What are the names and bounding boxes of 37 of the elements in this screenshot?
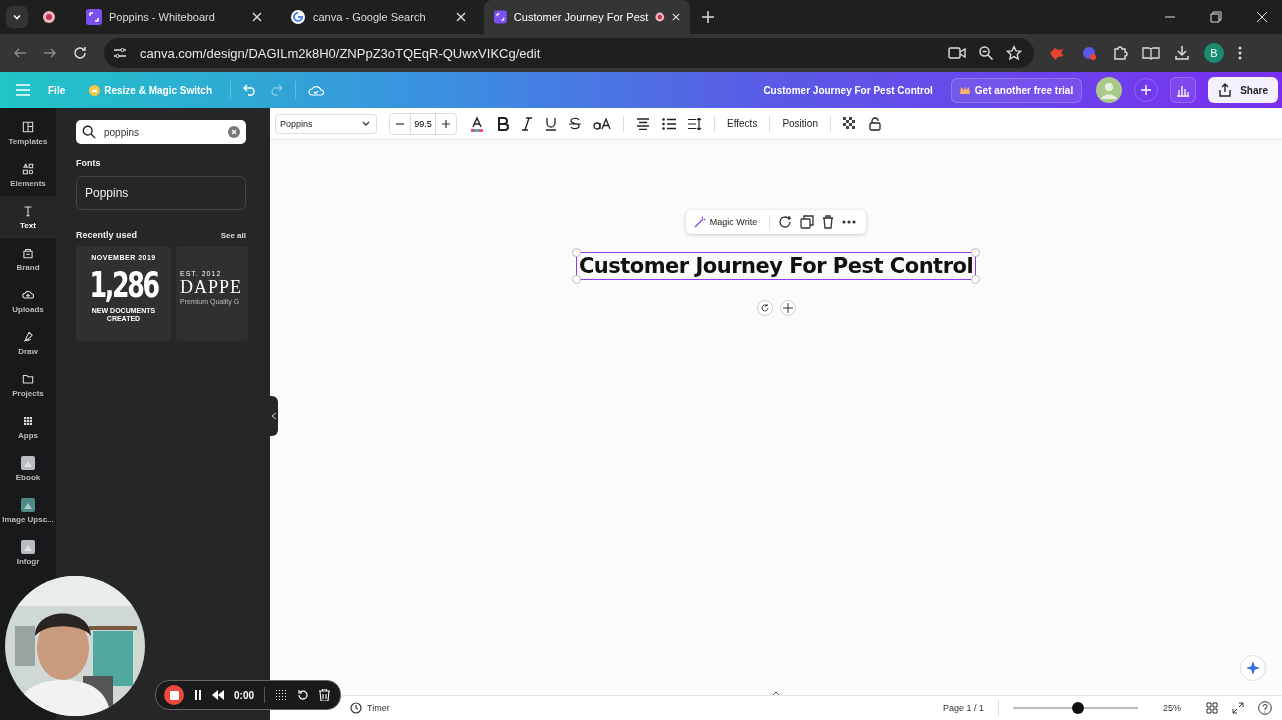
effects-button[interactable]: Effects (727, 118, 758, 129)
sidebar-item[interactable]: Brand (0, 238, 56, 280)
tab-title: canva - Google Search (313, 11, 427, 23)
timer-button[interactable]: Timer (350, 702, 390, 714)
page-indicator[interactable]: Page 1 / 1 (942, 703, 984, 713)
template-text: DAPPE (180, 277, 242, 298)
see-all-link[interactable]: See all (220, 231, 246, 240)
section-heading: Fonts (76, 158, 102, 168)
browser-tab[interactable]: Poppins - Whiteboard (76, 0, 272, 34)
template-text: 1,286 (89, 267, 158, 303)
sidebar-item[interactable]: Text (0, 196, 56, 238)
font-option[interactable]: Poppins (76, 176, 246, 210)
sidebar-item[interactable]: Image Upsc... (0, 490, 56, 532)
browser-tab[interactable]: Customer Journey For Pest (484, 0, 690, 34)
share-button[interactable]: Share (1208, 77, 1278, 103)
sidebar-item[interactable]: Projects (0, 364, 56, 406)
search-field[interactable]: poppins (76, 120, 246, 144)
sidebar-item[interactable]: Templates (0, 112, 56, 154)
sidebar-item[interactable]: Ebook (0, 448, 56, 490)
browser-tab[interactable]: canva - Google Search (280, 0, 476, 34)
tab-title: Customer Journey For Pest (513, 11, 649, 23)
free-trial-button[interactable]: Get another free trial (950, 77, 1083, 103)
sidebar-item[interactable]: Uploads (0, 280, 56, 322)
tab-title: Poppins - Whiteboard (109, 11, 216, 23)
sidebar-item[interactable]: Draw (0, 322, 56, 364)
sidebar-item[interactable]: Elements (0, 154, 56, 196)
profile-avatar[interactable]: B (1204, 43, 1224, 63)
sidebar-item[interactable]: Infogr (0, 532, 56, 574)
font-dropdown[interactable]: Poppins (275, 113, 377, 134)
position-button[interactable]: Position (782, 118, 818, 129)
address-field[interactable]: canva.com/design/DAGILm2k8H0/ZNPpZ3oTQEqR-QUwxVIKCg/edit (104, 38, 1034, 68)
recording-time: 0:00 (234, 689, 254, 701)
zoom-percentage[interactable]: 25% (1152, 703, 1192, 713)
document-title[interactable]: Customer Journey For Pest Control (763, 84, 933, 96)
section-heading: Recently used (76, 230, 138, 240)
sidebar-item[interactable]: Apps (0, 406, 56, 448)
magic-write-button[interactable]: Magic Write (689, 216, 762, 228)
